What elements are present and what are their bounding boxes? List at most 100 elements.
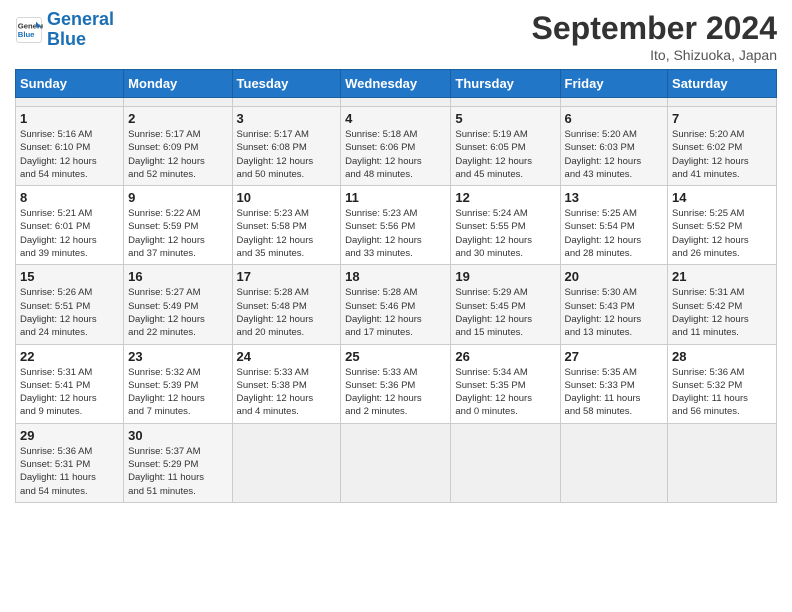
calendar-cell: 8 Sunrise: 5:21 AM Sunset: 6:01 PM Daylig… — [16, 186, 124, 265]
logo-text: GeneralBlue — [47, 10, 114, 50]
day-number: 30 — [128, 428, 227, 443]
day-number: 4 — [345, 111, 446, 126]
calendar-cell: 11Sunrise: 5:23 AM Sunset: 5:56 PM Dayli… — [341, 186, 451, 265]
calendar-week-3: 15 Sunrise: 5:26 AM Sunset: 5:51 PM Dayli… — [16, 265, 777, 344]
day-number: 24 — [237, 349, 337, 364]
day-number: 9 — [128, 190, 227, 205]
day-info: Sunrise: 5:33 AM Sunset: 5:36 PM Dayligh… — [345, 366, 446, 419]
day-number: 3 — [237, 111, 337, 126]
title-block: September 2024 Ito, Shizuoka, Japan — [532, 10, 777, 63]
calendar-cell: 15 Sunrise: 5:26 AM Sunset: 5:51 PM Dayli… — [16, 265, 124, 344]
calendar-header-row: SundayMondayTuesdayWednesdayThursdayFrid… — [16, 70, 777, 98]
calendar-cell: 1Sunrise: 5:16 AM Sunset: 6:10 PM Daylig… — [16, 107, 124, 186]
location-subtitle: Ito, Shizuoka, Japan — [532, 47, 777, 63]
day-info: Sunrise: 5:31 AM Sunset: 5:42 PM Dayligh… — [672, 286, 772, 339]
day-number: 5 — [455, 111, 555, 126]
day-info: Sunrise: 5:16 AM Sunset: 6:10 PM Dayligh… — [20, 128, 119, 181]
day-info: Sunrise: 5:28 AM Sunset: 5:46 PM Dayligh… — [345, 286, 446, 339]
day-info: Sunrise: 5:23 AM Sunset: 5:56 PM Dayligh… — [345, 207, 446, 260]
day-info: Sunrise: 5:20 AM Sunset: 6:03 PM Dayligh… — [565, 128, 664, 181]
day-number: 29 — [20, 428, 119, 443]
calendar-table: SundayMondayTuesdayWednesdayThursdayFrid… — [15, 69, 777, 503]
calendar-cell: 28Sunrise: 5:36 AM Sunset: 5:32 PM Dayli… — [668, 344, 777, 423]
header-wednesday: Wednesday — [341, 70, 451, 98]
day-number: 8 — [20, 190, 119, 205]
calendar-cell: 13Sunrise: 5:25 AM Sunset: 5:54 PM Dayli… — [560, 186, 668, 265]
header-sunday: Sunday — [16, 70, 124, 98]
day-number: 21 — [672, 269, 772, 284]
calendar-cell — [232, 98, 341, 107]
calendar-cell: 14Sunrise: 5:25 AM Sunset: 5:52 PM Dayli… — [668, 186, 777, 265]
day-number: 6 — [565, 111, 664, 126]
day-number: 15 — [20, 269, 119, 284]
calendar-cell: 6 Sunrise: 5:20 AM Sunset: 6:03 PM Daylig… — [560, 107, 668, 186]
calendar-cell: 12Sunrise: 5:24 AM Sunset: 5:55 PM Dayli… — [451, 186, 560, 265]
calendar-week-5: 29 Sunrise: 5:36 AM Sunset: 5:31 PM Dayli… — [16, 423, 777, 502]
day-number: 27 — [565, 349, 664, 364]
day-number: 26 — [455, 349, 555, 364]
day-info: Sunrise: 5:27 AM Sunset: 5:49 PM Dayligh… — [128, 286, 227, 339]
day-info: Sunrise: 5:30 AM Sunset: 5:43 PM Dayligh… — [565, 286, 664, 339]
day-info: Sunrise: 5:32 AM Sunset: 5:39 PM Dayligh… — [128, 366, 227, 419]
header-thursday: Thursday — [451, 70, 560, 98]
calendar-cell: 7 Sunrise: 5:20 AM Sunset: 6:02 PM Daylig… — [668, 107, 777, 186]
day-number: 23 — [128, 349, 227, 364]
day-info: Sunrise: 5:31 AM Sunset: 5:41 PM Dayligh… — [20, 366, 119, 419]
day-info: Sunrise: 5:25 AM Sunset: 5:52 PM Dayligh… — [672, 207, 772, 260]
calendar-cell: 3 Sunrise: 5:17 AM Sunset: 6:08 PM Daylig… — [232, 107, 341, 186]
calendar-cell: 2 Sunrise: 5:17 AM Sunset: 6:09 PM Daylig… — [124, 107, 232, 186]
calendar-week-0 — [16, 98, 777, 107]
day-number: 22 — [20, 349, 119, 364]
day-info: Sunrise: 5:25 AM Sunset: 5:54 PM Dayligh… — [565, 207, 664, 260]
day-number: 20 — [565, 269, 664, 284]
day-info: Sunrise: 5:36 AM Sunset: 5:31 PM Dayligh… — [20, 445, 119, 498]
day-info: Sunrise: 5:18 AM Sunset: 6:06 PM Dayligh… — [345, 128, 446, 181]
day-info: Sunrise: 5:24 AM Sunset: 5:55 PM Dayligh… — [455, 207, 555, 260]
day-number: 10 — [237, 190, 337, 205]
day-info: Sunrise: 5:22 AM Sunset: 5:59 PM Dayligh… — [128, 207, 227, 260]
page-container: General Blue GeneralBlue September 2024 … — [0, 0, 792, 513]
day-info: Sunrise: 5:23 AM Sunset: 5:58 PM Dayligh… — [237, 207, 337, 260]
calendar-week-2: 8 Sunrise: 5:21 AM Sunset: 6:01 PM Daylig… — [16, 186, 777, 265]
calendar-cell — [560, 98, 668, 107]
header-saturday: Saturday — [668, 70, 777, 98]
day-number: 7 — [672, 111, 772, 126]
day-info: Sunrise: 5:21 AM Sunset: 6:01 PM Dayligh… — [20, 207, 119, 260]
day-info: Sunrise: 5:26 AM Sunset: 5:51 PM Dayligh… — [20, 286, 119, 339]
day-number: 28 — [672, 349, 772, 364]
day-info: Sunrise: 5:34 AM Sunset: 5:35 PM Dayligh… — [455, 366, 555, 419]
calendar-cell — [232, 423, 341, 502]
calendar-cell: 29 Sunrise: 5:36 AM Sunset: 5:31 PM Dayli… — [16, 423, 124, 502]
day-number: 2 — [128, 111, 227, 126]
calendar-cell: 22 Sunrise: 5:31 AM Sunset: 5:41 PM Dayli… — [16, 344, 124, 423]
day-info: Sunrise: 5:17 AM Sunset: 6:08 PM Dayligh… — [237, 128, 337, 181]
calendar-cell: 9 Sunrise: 5:22 AM Sunset: 5:59 PM Daylig… — [124, 186, 232, 265]
day-number: 18 — [345, 269, 446, 284]
calendar-cell: 10 Sunrise: 5:23 AM Sunset: 5:58 PM Dayli… — [232, 186, 341, 265]
header-monday: Monday — [124, 70, 232, 98]
svg-text:Blue: Blue — [18, 30, 35, 39]
day-number: 17 — [237, 269, 337, 284]
day-info: Sunrise: 5:17 AM Sunset: 6:09 PM Dayligh… — [128, 128, 227, 181]
calendar-cell — [451, 423, 560, 502]
calendar-week-4: 22 Sunrise: 5:31 AM Sunset: 5:41 PM Dayli… — [16, 344, 777, 423]
day-number: 19 — [455, 269, 555, 284]
calendar-cell: 30Sunrise: 5:37 AM Sunset: 5:29 PM Dayli… — [124, 423, 232, 502]
day-number: 25 — [345, 349, 446, 364]
day-info: Sunrise: 5:29 AM Sunset: 5:45 PM Dayligh… — [455, 286, 555, 339]
month-title: September 2024 — [532, 10, 777, 47]
logo: General Blue GeneralBlue — [15, 10, 114, 50]
calendar-cell: 19 Sunrise: 5:29 AM Sunset: 5:45 PM Dayli… — [451, 265, 560, 344]
calendar-cell: 17Sunrise: 5:28 AM Sunset: 5:48 PM Dayli… — [232, 265, 341, 344]
calendar-cell: 23 Sunrise: 5:32 AM Sunset: 5:39 PM Dayli… — [124, 344, 232, 423]
calendar-cell — [124, 98, 232, 107]
calendar-cell — [451, 98, 560, 107]
calendar-cell: 21 Sunrise: 5:31 AM Sunset: 5:42 PM Dayli… — [668, 265, 777, 344]
day-number: 16 — [128, 269, 227, 284]
day-info: Sunrise: 5:35 AM Sunset: 5:33 PM Dayligh… — [565, 366, 664, 419]
calendar-cell — [668, 98, 777, 107]
calendar-cell: 20 Sunrise: 5:30 AM Sunset: 5:43 PM Dayli… — [560, 265, 668, 344]
calendar-cell: 5Sunrise: 5:19 AM Sunset: 6:05 PM Daylig… — [451, 107, 560, 186]
calendar-cell: 4 Sunrise: 5:18 AM Sunset: 6:06 PM Daylig… — [341, 107, 451, 186]
day-info: Sunrise: 5:20 AM Sunset: 6:02 PM Dayligh… — [672, 128, 772, 181]
